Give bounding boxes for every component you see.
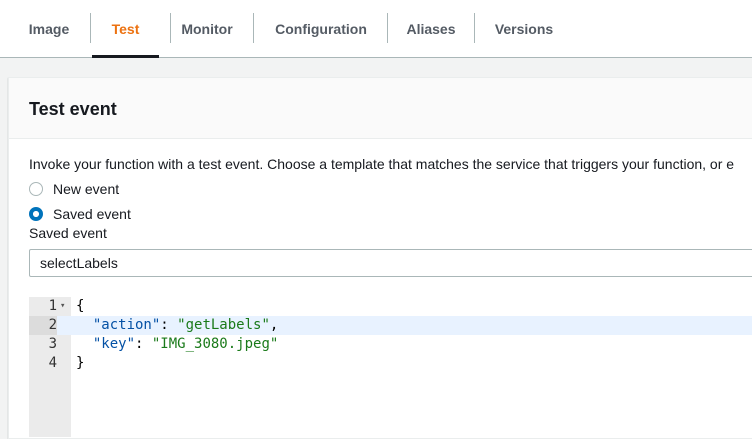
- saved-event-select[interactable]: selectLabels: [29, 249, 752, 277]
- tab-separator: [253, 13, 254, 43]
- panel-description: Invoke your function with a test event. …: [29, 156, 735, 172]
- code-text: }: [76, 355, 85, 371]
- json-key: "action": [92, 317, 161, 333]
- radio-button-selected[interactable]: [29, 207, 43, 221]
- line-number: 3: [48, 336, 57, 352]
- radio-label: Saved event: [53, 206, 131, 222]
- radio-saved-event[interactable]: Saved event: [29, 206, 131, 222]
- event-json-editor[interactable]: 1 ▾ { 2 "action": "getLabels", 3 "key": …: [29, 297, 752, 437]
- tab-separator: [170, 13, 171, 43]
- tab-bar: Image Test Monitor Configuration Aliases…: [0, 0, 752, 58]
- saved-event-label: Saved event: [29, 225, 107, 241]
- json-separator: :: [160, 317, 178, 333]
- tab-separator: [90, 13, 91, 43]
- panel-header: Test event: [9, 78, 752, 139]
- panel-title: Test event: [29, 99, 117, 119]
- tab-image[interactable]: Image: [18, 0, 80, 57]
- line-number: 2: [29, 316, 57, 335]
- test-event-panel: Test event Invoke your function with a t…: [8, 77, 752, 439]
- code-line: 3 "key": "IMG_3080.jpeg": [29, 335, 752, 354]
- code-text: {: [76, 298, 85, 314]
- code-text: "key": "IMG_3080.jpeg": [76, 335, 278, 354]
- code-line-current: 2 "action": "getLabels",: [29, 316, 752, 335]
- json-key: "key": [92, 336, 136, 352]
- line-number: 4: [48, 355, 57, 371]
- tab-test[interactable]: Test: [92, 0, 159, 58]
- json-comma: ,: [269, 317, 279, 333]
- line-number: 1: [48, 298, 57, 314]
- code-line: 1 ▾ {: [29, 297, 752, 316]
- code-line: 4 }: [29, 354, 752, 373]
- tab-configuration[interactable]: Configuration: [266, 0, 376, 57]
- tab-aliases[interactable]: Aliases: [398, 0, 464, 57]
- json-value: "getLabels": [177, 317, 270, 333]
- tab-monitor[interactable]: Monitor: [172, 0, 242, 57]
- radio-button[interactable]: [29, 182, 43, 196]
- radio-new-event[interactable]: New event: [29, 181, 119, 197]
- fold-arrow-icon[interactable]: ▾: [60, 297, 65, 316]
- code-text: "action": "getLabels",: [76, 316, 278, 335]
- json-value: "IMG_3080.jpeg": [151, 336, 279, 352]
- json-separator: :: [135, 336, 152, 352]
- tab-separator: [387, 13, 388, 43]
- tab-separator: [474, 13, 475, 43]
- radio-label: New event: [53, 181, 120, 197]
- tab-versions[interactable]: Versions: [486, 0, 562, 57]
